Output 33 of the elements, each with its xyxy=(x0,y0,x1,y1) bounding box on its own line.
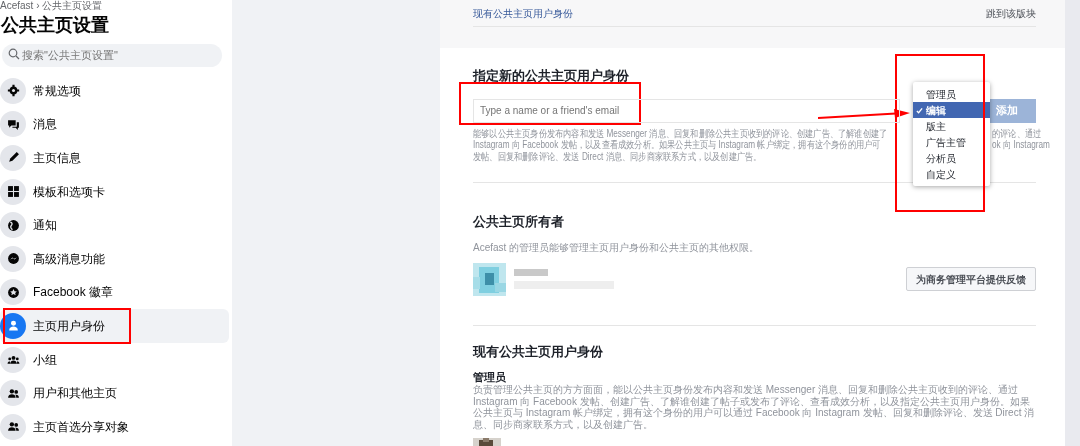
description-text: Instagram 向 Facebook 发帖，以及查看成效分析。如果公共主页与 Instagram 帐户绑定，拥有这个身份的用户可 xyxy=(473,139,881,150)
role-description: 负责管理公共主页的方方面面，能以公共主页身份发布内容和发送 Messenger 消息、回复和删除公共主页收到的评论、通过 Instagram 向 Facebook 发帖、创建广告、了解谁创建了帖子或发布了评论、查看成效分析，以及指定公共主页用户身份。如果公共主页与 Instagram 帐户绑定，拥有这个身份的用户可以通过 Facebook 向 Instagram 发帖、回复和删除评论、发送 Direct 消息、同步商家联系方式，以及创建广告。 xyxy=(473,384,1036,430)
section-title: 公共主页所有者 xyxy=(473,213,565,231)
role-name: 管理员 xyxy=(473,371,507,384)
breadcrumb: Acefast › 公共主页设置 xyxy=(0,0,104,12)
sidebar-item[interactable]: 通知 xyxy=(0,208,229,242)
sidebar-item[interactable]: 常规选项 xyxy=(0,74,229,108)
sidebar-item[interactable]: Facebook 徽章 xyxy=(0,275,229,310)
section-title: 现有公共主页用户身份 xyxy=(473,342,604,361)
jump-link[interactable]: 跳到该版块 xyxy=(986,5,1036,21)
role-option[interactable]: 自定义 xyxy=(913,166,990,182)
sidebar-item[interactable]: 用户和其他主页 xyxy=(0,376,229,410)
description-text: ok 向 Instagram xyxy=(992,139,1050,151)
sidebar-item[interactable]: 模板和选项卡 xyxy=(0,174,229,209)
role-option[interactable]: 编辑 xyxy=(913,102,990,118)
name-input-field[interactable]: Type a name or a friend's email xyxy=(473,98,900,123)
section-title: 指定新的公共主页用户身份 xyxy=(473,67,630,85)
role-option[interactable]: 广告主管 xyxy=(913,134,990,150)
sidebar-item[interactable]: 小组 xyxy=(0,342,229,377)
page-title: 公共主页设置 xyxy=(1,14,110,36)
sidebar-item[interactable]: 主页用户身份 xyxy=(0,309,229,343)
role-option[interactable]: 分析员 xyxy=(913,150,990,166)
description-text: 能够以公共主页身份发布内容和发送 Messenger 消息、回复和删除公共主页收到的评论、创建广告、了解谁创建了 xyxy=(473,127,888,139)
owner-description: Acefast 的管理员能够管理主页用户身份和公共主页的其他权限。 xyxy=(473,241,760,253)
feedback-button[interactable]: 为商务管理平台提供反馈 xyxy=(906,267,1036,291)
description-text: 的评论、通过 xyxy=(992,127,1042,139)
search-field[interactable]: 搜索"公共主页设置" xyxy=(2,43,222,67)
section-link[interactable]: 现有公共主页用户身份 xyxy=(473,5,573,21)
sidebar-item[interactable]: 主页信息 xyxy=(0,141,229,175)
sidebar-item[interactable]: 主页首选分享对象 xyxy=(0,409,229,444)
sidebar-item[interactable]: 高级消息功能 xyxy=(0,241,229,276)
description-text: 发帖、回复和删除评论、发送 Direct 消息、同步商家联系方式，以及创建广告。 xyxy=(473,150,762,162)
sidebar-item[interactable]: 消息 xyxy=(0,107,229,142)
